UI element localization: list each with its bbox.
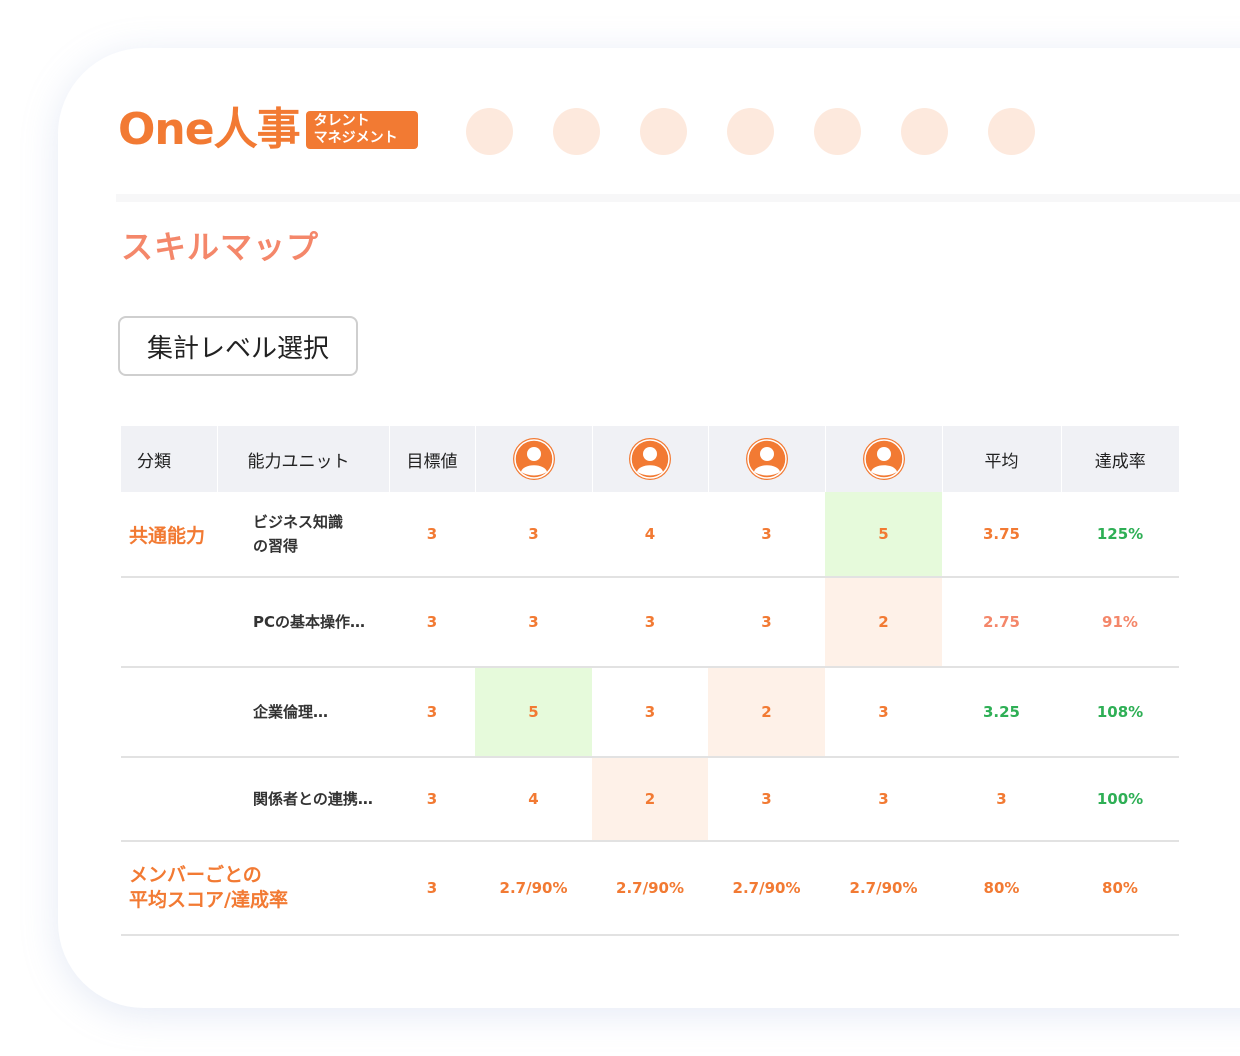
row-unit: PCの基本操作… [217,577,389,667]
summary-label-line2: 平均スコア/達成率 [129,889,288,911]
summary-achievement: 80% [1102,879,1138,897]
summary-row[interactable]: メンバーごとの 平均スコア/達成率 3 2.7/90% 2.7/90% 2.7/… [121,841,1179,935]
summary-target: 3 [426,879,438,897]
aggregation-level-select-button[interactable]: 集計レベル選択 [118,316,358,376]
summary-member-3[interactable]: 2.7/90% [708,841,825,935]
header-member-1[interactable] [475,426,593,492]
table-row[interactable]: 共通能力 ビジネス知識 の習得 3 3 4 3 5 3.75 125% [121,492,1179,577]
row-category: 共通能力 [129,524,206,547]
row-score-member-2[interactable]: 3 [592,577,708,667]
header-category[interactable]: 分類 [121,426,218,492]
header-member-3[interactable] [708,426,826,492]
table-row[interactable]: 企業倫理… 3 5 3 2 3 3.25 108% [121,667,1179,757]
row-score-member-2[interactable]: 4 [592,492,708,577]
nav-placeholder-dot[interactable] [901,108,948,155]
table-header-row: 分類 能力ユニット 目標値 平均 達成率 [121,426,1179,492]
logo-badge-line1: タレント [313,113,370,129]
logo-badge-line2: マネジメント [313,130,398,146]
row-score-member-3[interactable]: 2 [708,667,825,757]
row-unit-line2: の習得 [253,537,299,555]
summary-member-4[interactable]: 2.7/90% [825,841,942,935]
header-member-2[interactable] [592,426,709,492]
row-achievement: 108% [1096,703,1144,721]
table-row[interactable]: 関係者との連携… 3 4 2 3 3 3 100% [121,757,1179,841]
row-category [121,667,217,757]
row-category [121,577,217,667]
logo[interactable]: One人事 タレント マネジメント [118,104,418,156]
row-score-member-3[interactable]: 3 [708,492,825,577]
row-average: 3 [996,790,1007,808]
user-avatar-icon[interactable] [628,437,672,481]
row-score-member-2[interactable]: 3 [592,667,708,757]
row-score-member-3[interactable]: 3 [708,757,825,841]
row-score-member-4[interactable]: 3 [825,667,942,757]
row-average: 2.75 [982,613,1020,631]
row-category [121,757,217,841]
row-score-member-1[interactable]: 4 [475,757,592,841]
row-score-member-2[interactable]: 2 [592,757,708,841]
summary-label-line1: メンバーごとの [129,864,262,886]
row-unit-line1: 企業倫理… [253,703,329,721]
summary-member-2[interactable]: 2.7/90% [592,841,708,935]
row-achievement: 91% [1102,613,1138,631]
page-title: スキルマップ [121,228,320,266]
row-target: 3 [426,790,438,808]
nav-placeholder-dot[interactable] [640,108,687,155]
row-unit-line1: ビジネス知識 [253,513,344,531]
row-score-member-4[interactable]: 2 [825,577,942,667]
row-achievement: 125% [1096,525,1144,543]
row-score-member-1[interactable]: 3 [475,577,592,667]
header-member-4[interactable] [825,426,943,492]
summary-label: メンバーごとの 平均スコア/達成率 [121,841,389,935]
row-target: 3 [426,703,438,721]
row-unit: ビジネス知識 の習得 [217,492,389,577]
header-divider [116,194,1240,202]
header-average[interactable]: 平均 [942,426,1062,492]
row-average: 3.25 [982,703,1020,721]
row-score-member-4[interactable]: 5 [825,492,942,577]
row-score-member-1[interactable]: 5 [475,667,592,757]
user-avatar-icon[interactable] [862,437,906,481]
row-unit-line1: PCの基本操作… [253,613,366,631]
row-unit: 企業倫理… [217,667,389,757]
nav-placeholder-dot[interactable] [553,108,600,155]
table-row[interactable]: PCの基本操作… 3 3 3 3 2 2.75 91% [121,577,1179,667]
row-score-member-3[interactable]: 3 [708,577,825,667]
skill-map-table: 分類 能力ユニット 目標値 平均 達成率 共通能力 ビジネス知識 の習得 3 3… [121,426,1179,936]
nav-placeholder-dot[interactable] [466,108,513,155]
nav-placeholder-dot[interactable] [988,108,1035,155]
row-achievement: 100% [1096,790,1144,808]
logo-badge: タレント マネジメント [305,111,418,149]
nav-placeholder-dot[interactable] [814,108,861,155]
row-unit: 関係者との連携… [217,757,389,841]
row-score-member-1[interactable]: 3 [475,492,592,577]
user-avatar-icon[interactable] [512,437,556,481]
summary-average: 80% [983,879,1020,897]
header-target[interactable]: 目標値 [389,426,476,492]
summary-member-1[interactable]: 2.7/90% [475,841,592,935]
nav-placeholder-dot[interactable] [727,108,774,155]
header-unit[interactable]: 能力ユニット [217,426,390,492]
row-score-member-4[interactable]: 3 [825,757,942,841]
header-achievement[interactable]: 達成率 [1061,426,1179,492]
row-target: 3 [426,525,438,543]
row-unit-line1: 関係者との連携… [253,790,373,808]
header-nav-placeholders [466,108,1035,155]
row-target: 3 [426,613,438,631]
user-avatar-icon[interactable] [745,437,789,481]
row-average: 3.75 [982,525,1020,543]
logo-wordmark: One人事 [118,104,301,155]
